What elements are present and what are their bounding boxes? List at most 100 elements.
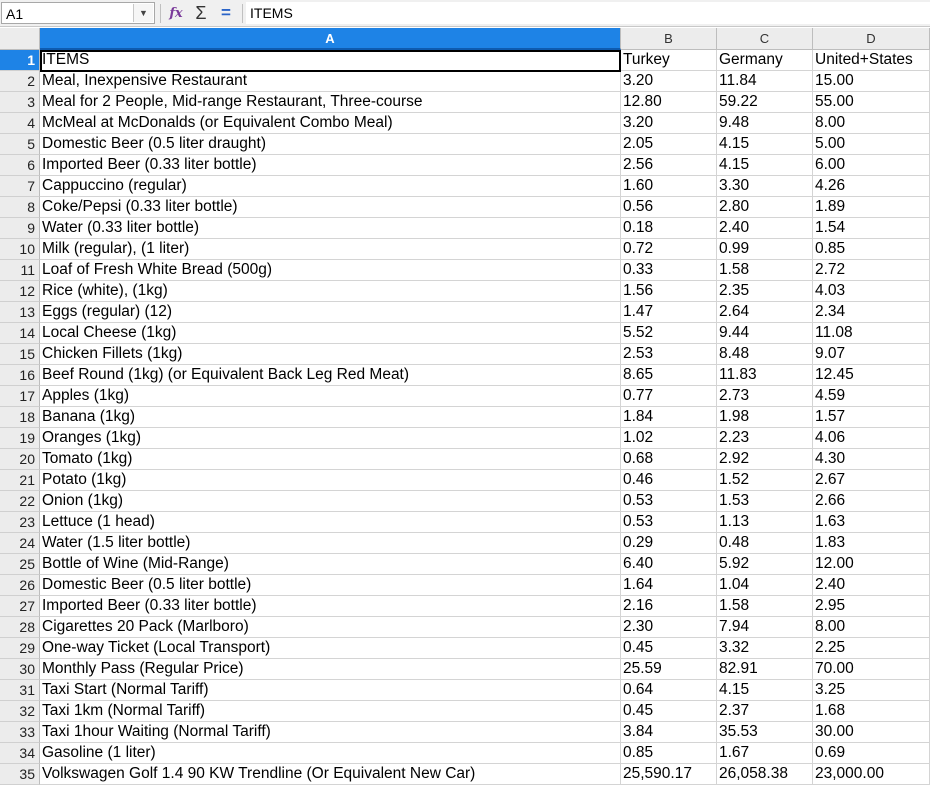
cell-d31[interactable]: 3.25 <box>813 680 930 701</box>
cell-d33[interactable]: 30.00 <box>813 722 930 743</box>
cell-c15[interactable]: 8.48 <box>717 344 813 365</box>
cell-b17[interactable]: 0.77 <box>621 386 717 407</box>
cell-a35[interactable]: Volkswagen Golf 1.4 90 KW Trendline (Or … <box>40 764 621 785</box>
column-header-c[interactable]: C <box>717 28 813 50</box>
cell-d4[interactable]: 8.00 <box>813 113 930 134</box>
cell-a34[interactable]: Gasoline (1 liter) <box>40 743 621 764</box>
cell-a21[interactable]: Potato (1kg) <box>40 470 621 491</box>
cell-b19[interactable]: 1.02 <box>621 428 717 449</box>
cell-d7[interactable]: 4.26 <box>813 176 930 197</box>
sum-icon[interactable]: Σ <box>192 3 210 23</box>
cell-b30[interactable]: 25.59 <box>621 659 717 680</box>
row-header[interactable]: 6 <box>0 155 40 176</box>
cell-b26[interactable]: 1.64 <box>621 575 717 596</box>
cell-a24[interactable]: Water (1.5 liter bottle) <box>40 533 621 554</box>
cell-c21[interactable]: 1.52 <box>717 470 813 491</box>
cell-a17[interactable]: Apples (1kg) <box>40 386 621 407</box>
cell-c8[interactable]: 2.80 <box>717 197 813 218</box>
cell-b9[interactable]: 0.18 <box>621 218 717 239</box>
cell-a12[interactable]: Rice (white), (1kg) <box>40 281 621 302</box>
row-header[interactable]: 29 <box>0 638 40 659</box>
chevron-down-icon[interactable]: ▼ <box>133 4 153 22</box>
cell-b14[interactable]: 5.52 <box>621 323 717 344</box>
cell-b22[interactable]: 0.53 <box>621 491 717 512</box>
row-header[interactable]: 18 <box>0 407 40 428</box>
cell-b18[interactable]: 1.84 <box>621 407 717 428</box>
column-header-d[interactable]: D <box>813 28 930 50</box>
formula-equals-icon[interactable]: = <box>217 3 235 23</box>
cell-c26[interactable]: 1.04 <box>717 575 813 596</box>
cell-c31[interactable]: 4.15 <box>717 680 813 701</box>
cell-c30[interactable]: 82.91 <box>717 659 813 680</box>
cell-c35[interactable]: 26,058.38 <box>717 764 813 785</box>
cell-a29[interactable]: One-way Ticket (Local Transport) <box>40 638 621 659</box>
cell-d18[interactable]: 1.57 <box>813 407 930 428</box>
row-header[interactable]: 1 <box>0 50 40 71</box>
row-header[interactable]: 22 <box>0 491 40 512</box>
column-header-a[interactable]: A <box>40 28 621 50</box>
cell-a4[interactable]: McMeal at McDonalds (or Equivalent Combo… <box>40 113 621 134</box>
cell-a23[interactable]: Lettuce (1 head) <box>40 512 621 533</box>
cell-b20[interactable]: 0.68 <box>621 449 717 470</box>
row-header[interactable]: 12 <box>0 281 40 302</box>
cell-c23[interactable]: 1.13 <box>717 512 813 533</box>
cell-a31[interactable]: Taxi Start (Normal Tariff) <box>40 680 621 701</box>
cell-d34[interactable]: 0.69 <box>813 743 930 764</box>
cell-c6[interactable]: 4.15 <box>717 155 813 176</box>
name-box[interactable]: A1 ▼ <box>1 2 155 24</box>
row-header[interactable]: 5 <box>0 134 40 155</box>
cell-d30[interactable]: 70.00 <box>813 659 930 680</box>
row-header[interactable]: 19 <box>0 428 40 449</box>
cell-d2[interactable]: 15.00 <box>813 71 930 92</box>
cell-b4[interactable]: 3.20 <box>621 113 717 134</box>
cell-b33[interactable]: 3.84 <box>621 722 717 743</box>
cell-a19[interactable]: Oranges (1kg) <box>40 428 621 449</box>
formula-input[interactable]: ITEMS <box>246 2 930 24</box>
cell-b3[interactable]: 12.80 <box>621 92 717 113</box>
cell-a32[interactable]: Taxi 1km (Normal Tariff) <box>40 701 621 722</box>
cell-d24[interactable]: 1.83 <box>813 533 930 554</box>
cell-d3[interactable]: 55.00 <box>813 92 930 113</box>
cell-d29[interactable]: 2.25 <box>813 638 930 659</box>
cell-d1[interactable]: United+States <box>813 50 930 71</box>
cell-c4[interactable]: 9.48 <box>717 113 813 134</box>
cell-c17[interactable]: 2.73 <box>717 386 813 407</box>
select-all-corner[interactable] <box>0 28 40 50</box>
cell-d21[interactable]: 2.67 <box>813 470 930 491</box>
cell-d17[interactable]: 4.59 <box>813 386 930 407</box>
cell-b7[interactable]: 1.60 <box>621 176 717 197</box>
cell-c20[interactable]: 2.92 <box>717 449 813 470</box>
row-header[interactable]: 26 <box>0 575 40 596</box>
cell-b25[interactable]: 6.40 <box>621 554 717 575</box>
cell-c32[interactable]: 2.37 <box>717 701 813 722</box>
row-header[interactable]: 30 <box>0 659 40 680</box>
row-header[interactable]: 13 <box>0 302 40 323</box>
cell-b32[interactable]: 0.45 <box>621 701 717 722</box>
cell-b5[interactable]: 2.05 <box>621 134 717 155</box>
cell-c19[interactable]: 2.23 <box>717 428 813 449</box>
cell-c22[interactable]: 1.53 <box>717 491 813 512</box>
cell-a9[interactable]: Water (0.33 liter bottle) <box>40 218 621 239</box>
row-header[interactable]: 2 <box>0 71 40 92</box>
row-header[interactable]: 7 <box>0 176 40 197</box>
cell-d32[interactable]: 1.68 <box>813 701 930 722</box>
cell-b10[interactable]: 0.72 <box>621 239 717 260</box>
cell-a2[interactable]: Meal, Inexpensive Restaurant <box>40 71 621 92</box>
cell-a11[interactable]: Loaf of Fresh White Bread (500g) <box>40 260 621 281</box>
cell-d19[interactable]: 4.06 <box>813 428 930 449</box>
cell-c25[interactable]: 5.92 <box>717 554 813 575</box>
cell-a15[interactable]: Chicken Fillets (1kg) <box>40 344 621 365</box>
cell-b2[interactable]: 3.20 <box>621 71 717 92</box>
function-wizard-icon[interactable]: fx <box>166 3 186 23</box>
cell-a22[interactable]: Onion (1kg) <box>40 491 621 512</box>
cell-a3[interactable]: Meal for 2 People, Mid-range Restaurant,… <box>40 92 621 113</box>
cell-b23[interactable]: 0.53 <box>621 512 717 533</box>
cell-d23[interactable]: 1.63 <box>813 512 930 533</box>
row-header[interactable]: 25 <box>0 554 40 575</box>
row-header[interactable]: 24 <box>0 533 40 554</box>
row-header[interactable]: 10 <box>0 239 40 260</box>
cell-a14[interactable]: Local Cheese (1kg) <box>40 323 621 344</box>
row-header[interactable]: 4 <box>0 113 40 134</box>
row-header[interactable]: 32 <box>0 701 40 722</box>
cell-c18[interactable]: 1.98 <box>717 407 813 428</box>
